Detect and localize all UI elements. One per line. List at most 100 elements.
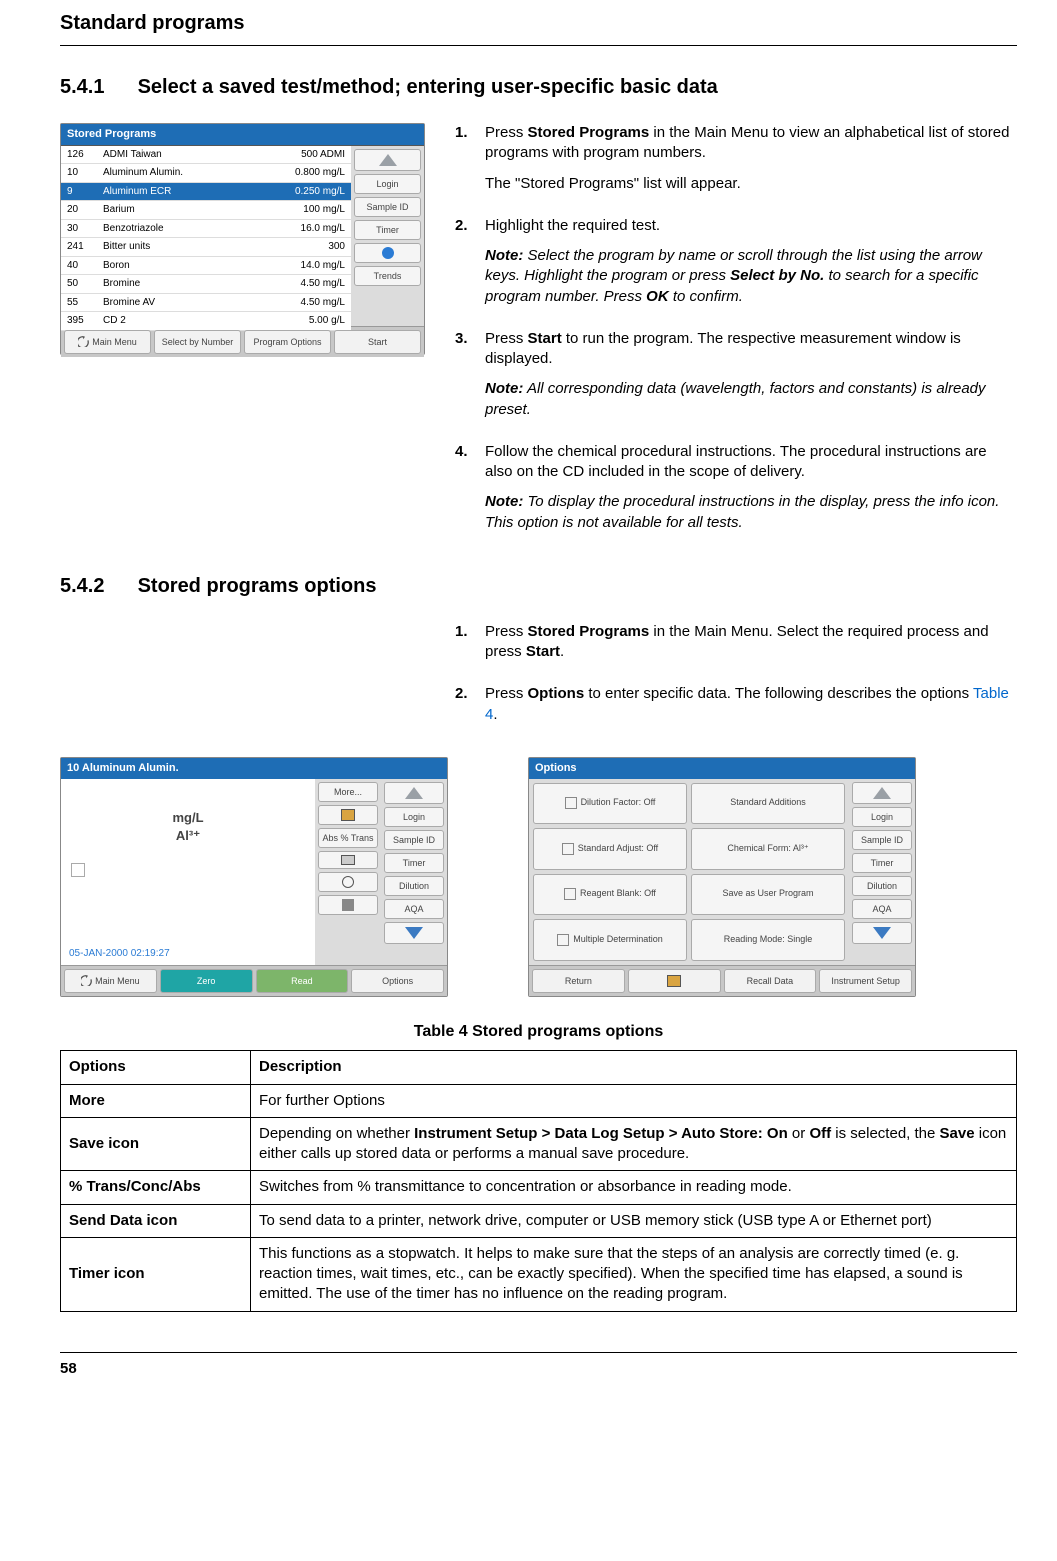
- option-label: Chemical Form: Al³⁺: [727, 844, 808, 854]
- info-icon: [382, 247, 394, 259]
- option-label: Dilution Factor: Off: [581, 798, 656, 808]
- info-button[interactable]: [354, 243, 421, 263]
- main-menu-button[interactable]: Main Menu: [64, 969, 157, 993]
- timer-icon-button[interactable]: [318, 872, 378, 892]
- scroll-up-button[interactable]: [354, 149, 421, 171]
- option-label: Reading Mode: Single: [724, 935, 813, 945]
- option-name: % Trans/Conc/Abs: [61, 1171, 251, 1204]
- option-description: Depending on whether Instrument Setup > …: [251, 1117, 1017, 1171]
- login-button[interactable]: Login: [354, 174, 421, 194]
- more-button[interactable]: More...: [318, 782, 378, 802]
- cell: 30: [61, 219, 97, 238]
- sample-id-button[interactable]: Sample ID: [354, 197, 421, 217]
- recall-data-button[interactable]: Recall Data: [724, 969, 817, 993]
- window-title: 10 Aluminum Alumin.: [61, 758, 447, 779]
- scroll-down-button[interactable]: [852, 922, 912, 944]
- cell: 20: [61, 201, 97, 220]
- option-tile[interactable]: Standard Adjust: Off: [533, 828, 687, 870]
- chevron-down-icon: [405, 927, 423, 939]
- label: Sample ID: [366, 201, 408, 213]
- login-button[interactable]: Login: [852, 807, 912, 827]
- folder-button[interactable]: [628, 969, 721, 993]
- label: Login: [376, 178, 398, 190]
- generic-icon: [342, 899, 354, 911]
- step-number: 4.: [455, 442, 485, 543]
- dilution-button[interactable]: Dilution: [852, 876, 912, 896]
- step-body: Press Stored Programs in the Main Menu t…: [485, 123, 1017, 204]
- screenshot-measurement-window: 10 Aluminum Alumin. mg/L Al³⁺ 05-JAN-200…: [60, 757, 448, 997]
- program-row[interactable]: 10Aluminum Alumin.0.800 mg/L: [61, 164, 351, 183]
- zero-button[interactable]: Zero: [160, 969, 253, 993]
- cell: 126: [61, 146, 97, 164]
- aqa-button[interactable]: AQA: [852, 899, 912, 919]
- cell: 50: [61, 275, 97, 294]
- program-row[interactable]: 50Bromine4.50 mg/L: [61, 275, 351, 294]
- option-tile[interactable]: Reagent Blank: Off: [533, 874, 687, 916]
- step-number: 2.: [455, 216, 485, 317]
- login-button[interactable]: Login: [384, 807, 444, 827]
- timer-button[interactable]: Timer: [354, 220, 421, 240]
- cell: 16.0 mg/L: [249, 219, 351, 238]
- program-row[interactable]: 20Barium100 mg/L: [61, 201, 351, 220]
- timer-button[interactable]: Timer: [384, 853, 444, 873]
- step-para: Press Options to enter specific data. Th…: [485, 684, 1017, 725]
- extra-button[interactable]: [318, 895, 378, 915]
- instrument-setup-button[interactable]: Instrument Setup: [819, 969, 912, 993]
- program-row[interactable]: 126ADMI Taiwan500 ADMI: [61, 146, 351, 164]
- section-542-heading: 5.4.2 Stored programs options: [60, 573, 1017, 600]
- option-tile[interactable]: Standard Additions: [691, 783, 845, 825]
- option-tile[interactable]: Reading Mode: Single: [691, 919, 845, 961]
- program-row[interactable]: 30Benzotriazole16.0 mg/L: [61, 219, 351, 238]
- cell: 40: [61, 256, 97, 275]
- trends-button[interactable]: Trends: [354, 266, 421, 286]
- cell: 14.0 mg/L: [249, 256, 351, 275]
- scroll-up-button[interactable]: [384, 782, 444, 804]
- read-button[interactable]: Read: [256, 969, 349, 993]
- chevron-up-icon: [379, 154, 397, 166]
- dilution-button[interactable]: Dilution: [384, 876, 444, 896]
- option-tile[interactable]: Chemical Form: Al³⁺: [691, 828, 845, 870]
- edit-icon[interactable]: [71, 863, 85, 877]
- cell: Aluminum Alumin.: [97, 164, 249, 183]
- step-para: Follow the chemical procedural instructi…: [485, 442, 1017, 483]
- program-row[interactable]: 9Aluminum ECR0.250 mg/L: [61, 182, 351, 201]
- main-menu-button[interactable]: Main Menu: [64, 330, 151, 354]
- cell: 241: [61, 238, 97, 257]
- option-tile[interactable]: Multiple Determination: [533, 919, 687, 961]
- sample-id-button[interactable]: Sample ID: [384, 830, 444, 850]
- scroll-up-button[interactable]: [852, 782, 912, 804]
- option-description: This functions as a stopwatch. It helps …: [251, 1237, 1017, 1311]
- program-row[interactable]: 55Bromine AV4.50 mg/L: [61, 293, 351, 312]
- table-row: Timer iconThis functions as a stopwatch.…: [61, 1237, 1017, 1311]
- program-row[interactable]: 241Bitter units300: [61, 238, 351, 257]
- option-tile[interactable]: Dilution Factor: Off: [533, 783, 687, 825]
- program-options-button[interactable]: Program Options: [244, 330, 331, 354]
- return-button[interactable]: Return: [532, 969, 625, 993]
- abs-trans-button[interactable]: Abs % Trans: [318, 828, 378, 848]
- send-data-button[interactable]: [318, 851, 378, 869]
- label: Timer: [376, 224, 399, 236]
- sample-id-button[interactable]: Sample ID: [852, 830, 912, 850]
- folder-icon: [341, 809, 355, 821]
- program-row[interactable]: 40Boron14.0 mg/L: [61, 256, 351, 275]
- table-row: Send Data iconTo send data to a printer,…: [61, 1204, 1017, 1237]
- aqa-button[interactable]: AQA: [384, 899, 444, 919]
- option-tile[interactable]: Save as User Program: [691, 874, 845, 916]
- step-note: Note: All corresponding data (wavelength…: [485, 379, 1017, 420]
- option-label: Reagent Blank: Off: [580, 889, 656, 899]
- option-icon: [562, 843, 574, 855]
- option-icon: [564, 888, 576, 900]
- option-name: More: [61, 1084, 251, 1117]
- option-label: Standard Adjust: Off: [578, 844, 658, 854]
- cell: 300: [249, 238, 351, 257]
- options-button[interactable]: Options: [351, 969, 444, 993]
- select-by-number-button[interactable]: Select by Number: [154, 330, 241, 354]
- cell: 500 ADMI: [249, 146, 351, 164]
- timer-button[interactable]: Timer: [852, 853, 912, 873]
- save-icon-button[interactable]: [318, 805, 378, 825]
- program-row[interactable]: 395CD 25.00 g/L: [61, 312, 351, 331]
- scroll-down-button[interactable]: [384, 922, 444, 944]
- screenshot-options-panel: Options Dilution Factor: OffStandard Add…: [528, 757, 916, 997]
- section-number: 5.4.2: [60, 573, 132, 600]
- start-button[interactable]: Start: [334, 330, 421, 354]
